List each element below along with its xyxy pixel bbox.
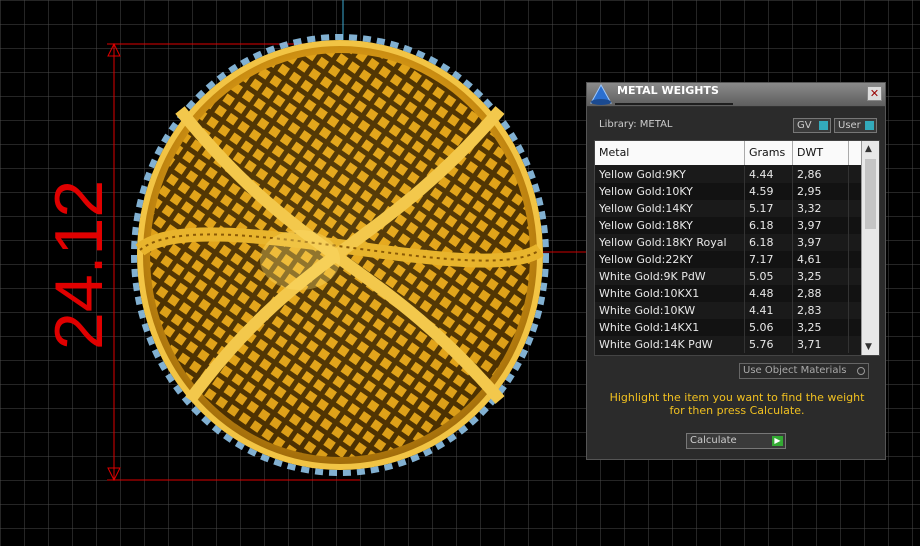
table-row[interactable]: Yellow Gold:10KY 4.59 2,95 [595,183,861,200]
use-object-materials-label: Use Object Materials [743,365,847,376]
radio-icon [857,367,865,375]
cell-dwt: 2,86 [793,166,849,183]
metal-table: Metal Grams DWT Yellow Gold:9KY 4.44 2,86 Y… [594,140,880,356]
cell-grams: 5.05 [745,268,793,285]
cell-grams: 4.41 [745,302,793,319]
gv-toggle[interactable]: GV [793,118,831,133]
table-scrollbar[interactable]: ▲ ▼ [861,141,879,355]
cell-grams: 4.48 [745,285,793,302]
cell-grams: 7.17 [745,251,793,268]
cell-dwt: 3,25 [793,268,849,285]
metal-weights-panel: METAL WEIGHTS ✕ Library: METAL GV User M… [586,82,886,460]
table-header: Metal Grams DWT [595,141,861,165]
cell-dwt: 4,61 [793,251,849,268]
gv-toggle-label: GV [797,120,812,131]
table-row[interactable]: White Gold:9K PdW 5.05 3,25 [595,268,861,285]
toggle-switch-icon [865,121,874,130]
cell-metal: White Gold:14KX1 [595,319,745,336]
cell-grams: 5.76 [745,336,793,353]
scroll-up-icon[interactable]: ▲ [865,144,872,154]
cell-grams: 4.59 [745,183,793,200]
cell-grams: 6.18 [745,234,793,251]
table-row[interactable]: Yellow Gold:18KY 6.18 3,97 [595,217,861,234]
use-object-materials-option[interactable]: Use Object Materials [739,363,869,379]
calculate-label: Calculate [690,435,737,446]
cell-grams: 5.06 [745,319,793,336]
cell-metal: White Gold:10KW [595,302,745,319]
table-row[interactable]: White Gold:14KX1 5.06 3,25 [595,319,861,336]
cell-dwt: 2,95 [793,183,849,200]
table-row[interactable]: Yellow Gold:9KY 4.44 2,86 [595,166,861,183]
app-logo-icon [590,83,612,105]
cell-metal: White Gold:14K PdW [595,336,745,353]
column-header-grams[interactable]: Grams [745,141,793,165]
cell-metal: White Gold:9K PdW [595,268,745,285]
close-button[interactable]: ✕ [867,86,882,101]
panel-titlebar[interactable]: METAL WEIGHTS ✕ [587,83,885,107]
title-underline [615,103,733,105]
table-row[interactable]: White Gold:14K PdW 5.76 3,71 [595,336,861,353]
cell-dwt: 3,97 [793,234,849,251]
cell-dwt: 2,88 [793,285,849,302]
play-icon: ▶ [772,436,783,446]
library-label: Library: METAL [599,119,673,130]
table-row[interactable]: White Gold:10KW 4.41 2,83 [595,302,861,319]
cell-dwt: 3,97 [793,217,849,234]
cell-metal: Yellow Gold:9KY [595,166,745,183]
cell-dwt: 2,83 [793,302,849,319]
cell-metal: Yellow Gold:10KY [595,183,745,200]
dimension-label: 24.12 [41,180,117,350]
cell-metal: Yellow Gold:14KY [595,200,745,217]
column-header-dwt[interactable]: DWT [793,141,849,165]
table-row[interactable]: White Gold:10KX1 4.48 2,88 [595,285,861,302]
cell-dwt: 3,32 [793,200,849,217]
cell-dwt: 3,25 [793,319,849,336]
cell-metal: White Gold:10KX1 [595,285,745,302]
cell-metal: Yellow Gold:18KY Royal [595,234,745,251]
scroll-down-icon[interactable]: ▼ [865,342,872,352]
cell-grams: 6.18 [745,217,793,234]
table-row[interactable]: Yellow Gold:18KY Royal 6.18 3,97 [595,234,861,251]
user-toggle-label: User [838,120,861,131]
cell-grams: 5.17 [745,200,793,217]
cell-dwt: 3,71 [793,336,849,353]
cell-metal: Yellow Gold:22KY [595,251,745,268]
panel-title: METAL WEIGHTS [617,84,719,97]
user-toggle[interactable]: User [834,118,877,133]
toggle-switch-icon [819,121,828,130]
table-row[interactable]: Yellow Gold:22KY 7.17 4,61 [595,251,861,268]
instruction-text: Highlight the item you want to find the … [609,391,865,417]
table-row[interactable]: Yellow Gold:14KY 5.17 3,32 [595,200,861,217]
cell-metal: Yellow Gold:18KY [595,217,745,234]
column-header-metal[interactable]: Metal [595,141,745,165]
calculate-button[interactable]: Calculate ▶ [686,433,786,449]
cell-grams: 4.44 [745,166,793,183]
scroll-thumb[interactable] [865,159,876,229]
